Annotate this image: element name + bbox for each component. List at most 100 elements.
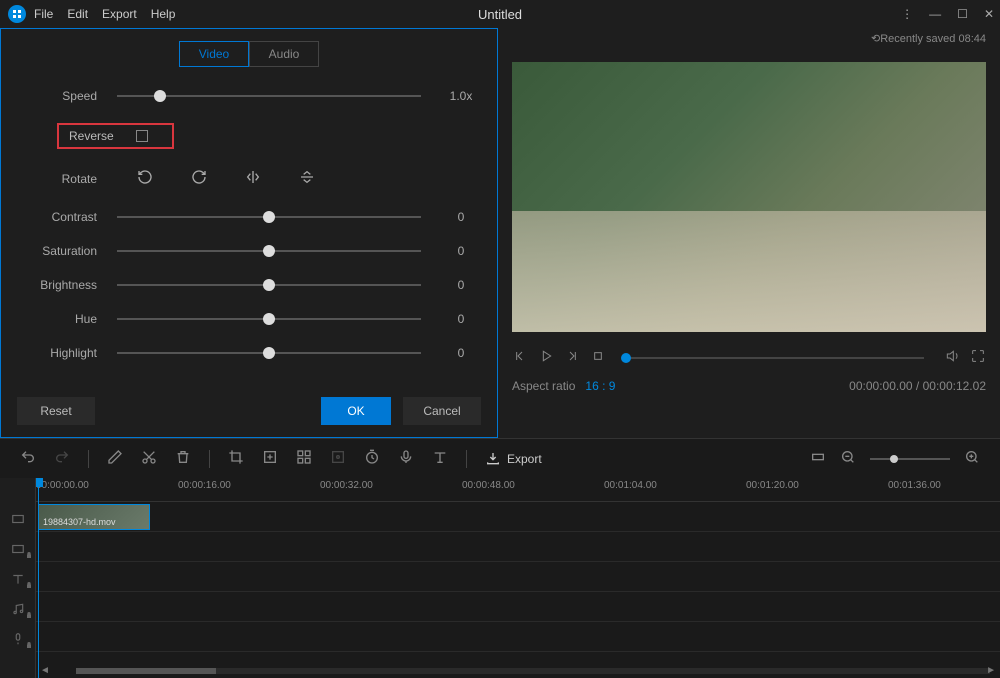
ok-button[interactable]: OK [321, 397, 391, 425]
grid-icon[interactable] [296, 449, 312, 468]
tab-video[interactable]: Video [179, 41, 249, 67]
video-preview [512, 62, 986, 332]
reverse-checkbox[interactable] [136, 130, 148, 142]
ruler-mark: 00:00:48.00 [462, 480, 515, 491]
zoom-slider[interactable] [870, 458, 950, 460]
overlay-track[interactable] [36, 532, 1000, 562]
player-progress[interactable] [626, 357, 924, 359]
brightness-value: 0 [441, 278, 481, 292]
undo-icon[interactable] [20, 449, 36, 468]
contrast-slider[interactable] [117, 216, 421, 218]
edit-icon[interactable] [107, 449, 123, 468]
fullscreen-icon[interactable] [970, 348, 986, 367]
menubar: File Edit Export Help [34, 7, 175, 21]
rotate-cw-icon[interactable] [191, 169, 207, 188]
volume-icon[interactable] [944, 348, 960, 367]
zoom-in-icon[interactable] [964, 449, 980, 468]
ruler-mark: 00:00:32.00 [320, 480, 373, 491]
ruler[interactable]: 00:00:00.0000:00:16.0000:00:32.0000:00:4… [36, 478, 1000, 502]
text-track[interactable] [36, 562, 1000, 592]
contrast-label: Contrast [17, 210, 97, 224]
text-track-icon[interactable] [0, 564, 35, 594]
video-settings-panel: Video Audio Speed 1.0x Reverse Rotate Co… [0, 28, 498, 438]
add-icon[interactable] [262, 449, 278, 468]
maximize-icon[interactable]: ☐ [957, 7, 968, 21]
voice-track[interactable] [36, 622, 1000, 652]
flip-vertical-icon[interactable] [299, 169, 315, 188]
audio-track-icon[interactable] [0, 594, 35, 624]
hue-value: 0 [441, 312, 481, 326]
overlay-track-icon[interactable] [0, 534, 35, 564]
time-total: 00:00:12.02 [923, 379, 986, 393]
speed-slider[interactable] [117, 95, 421, 97]
frame-icon[interactable] [330, 449, 346, 468]
time-current: 00:00:00.00 [849, 379, 912, 393]
redo-icon[interactable] [54, 449, 70, 468]
toolbar: Export [0, 438, 1000, 478]
hue-slider[interactable] [117, 318, 421, 320]
save-status: ⟲Recently saved 08:44 [871, 32, 986, 45]
timeline: 00:00:00.0000:00:16.0000:00:32.0000:00:4… [0, 478, 1000, 678]
trash-icon[interactable] [175, 449, 191, 468]
more-icon[interactable]: ⋮ [901, 7, 913, 21]
cancel-button[interactable]: Cancel [403, 397, 481, 425]
play-icon[interactable] [538, 348, 554, 367]
audio-track[interactable] [36, 592, 1000, 622]
rotate-label: Rotate [17, 172, 97, 186]
highlight-label: Highlight [17, 346, 97, 360]
speed-label: Speed [17, 89, 97, 103]
zoom-fit-icon[interactable] [810, 449, 826, 468]
timer-icon[interactable] [364, 449, 380, 468]
window-title: Untitled [478, 7, 522, 22]
minimize-icon[interactable]: — [929, 7, 941, 21]
scroll-right-icon[interactable]: ► [986, 665, 996, 676]
reset-button[interactable]: Reset [17, 397, 95, 425]
ruler-mark: 00:01:04.00 [604, 480, 657, 491]
flip-horizontal-icon[interactable] [245, 169, 261, 188]
preview-panel: ⟲Recently saved 08:44 Aspect ratio 16 : … [498, 28, 1000, 438]
voice-track-icon[interactable] [0, 624, 35, 654]
prev-frame-icon[interactable] [512, 348, 528, 367]
menu-edit[interactable]: Edit [67, 7, 88, 21]
aspect-ratio-value[interactable]: 16 : 9 [585, 379, 615, 393]
aspect-ratio-label: Aspect ratio [512, 379, 575, 393]
ruler-mark: 00:00:00.00 [36, 480, 89, 491]
zoom-out-icon[interactable] [840, 449, 856, 468]
ruler-mark: 00:01:20.00 [746, 480, 799, 491]
video-track-icon[interactable] [0, 504, 35, 534]
menu-export[interactable]: Export [102, 7, 137, 21]
video-track[interactable]: 19884307-hd.mov [36, 502, 1000, 532]
contrast-value: 0 [441, 210, 481, 224]
rotate-ccw-icon[interactable] [137, 169, 153, 188]
video-clip[interactable]: 19884307-hd.mov [38, 504, 150, 530]
ruler-mark: 00:01:36.00 [888, 480, 941, 491]
stop-icon[interactable] [590, 348, 606, 367]
app-logo [8, 5, 26, 23]
export-button[interactable]: Export [485, 451, 542, 467]
menu-help[interactable]: Help [151, 7, 176, 21]
close-icon[interactable]: ✕ [984, 7, 994, 21]
saturation-label: Saturation [17, 244, 97, 258]
highlight-slider[interactable] [117, 352, 421, 354]
mic-icon[interactable] [398, 449, 414, 468]
menu-file[interactable]: File [34, 7, 53, 21]
brightness-slider[interactable] [117, 284, 421, 286]
playhead[interactable] [38, 478, 39, 678]
export-label: Export [507, 452, 542, 466]
track-headers [0, 478, 36, 678]
next-frame-icon[interactable] [564, 348, 580, 367]
saturation-slider[interactable] [117, 250, 421, 252]
text-icon[interactable] [432, 449, 448, 468]
window-controls: ⋮ — ☐ ✕ [901, 7, 994, 21]
brightness-label: Brightness [17, 278, 97, 292]
tab-audio[interactable]: Audio [249, 41, 319, 67]
titlebar: File Edit Export Help Untitled ⋮ — ☐ ✕ [0, 0, 1000, 28]
reverse-option: Reverse [57, 123, 174, 149]
cut-icon[interactable] [141, 449, 157, 468]
crop-icon[interactable] [228, 449, 244, 468]
speed-value: 1.0x [441, 89, 481, 103]
hue-label: Hue [17, 312, 97, 326]
player-controls [512, 348, 986, 367]
saturation-value: 0 [441, 244, 481, 258]
scroll-left-icon[interactable]: ◄ [40, 665, 50, 676]
